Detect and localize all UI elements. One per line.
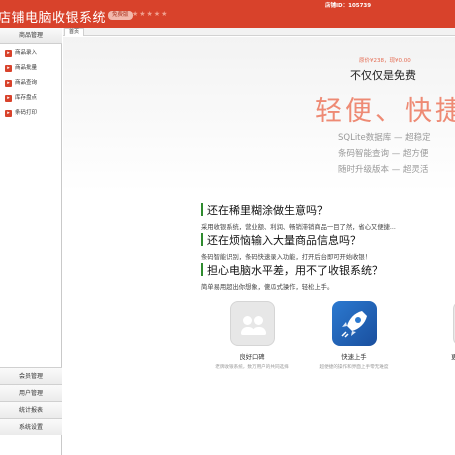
version-badge: 免费版	[108, 11, 133, 20]
tab-strip: 首页	[63, 28, 455, 36]
sidebar-item-label: 库存盘点	[15, 95, 38, 101]
app-title: 店铺电脑收银系统	[0, 11, 107, 26]
card-title: 更多惊喜	[451, 354, 455, 361]
sidebar-item-product-batch[interactable]: ▸ 商品批量	[0, 61, 62, 76]
feature-line: 条码智能查询 — 超方便	[338, 149, 429, 159]
shop-id: 店铺ID：105739	[325, 3, 372, 9]
card-subtitle: 超便捷的操作和界面上手零无难度	[319, 365, 389, 370]
feature-card-surprise: 更多惊喜	[401, 301, 455, 361]
sidebar-group-reports[interactable]: 统计报表	[0, 401, 62, 418]
card-title: 快速上手	[341, 354, 367, 361]
sidebar-group-settings[interactable]: 系统设置	[0, 418, 62, 435]
feature-card-reputation: 良好口碑 老牌收银系统，数万用户的共同选择	[197, 301, 307, 370]
card-subtitle: 老牌收银系统，数万用户的共同选择	[215, 365, 289, 370]
sidebar-item-label: 商品批量	[15, 65, 38, 71]
qa-heading: 还在烦恼输入大量商品信息吗？	[201, 232, 371, 248]
arrow-right-icon: ▸	[5, 50, 12, 57]
sidebar-item-barcode-print[interactable]: ▸ 条码打印	[0, 106, 62, 121]
arrow-right-icon: ▸	[5, 65, 12, 72]
sidebar-item-product-entry[interactable]: ▸ 商品录入	[0, 46, 62, 61]
sidebar-item-label: 商品录入	[15, 50, 38, 56]
arrow-right-icon: ▸	[5, 80, 12, 87]
app-header: 店铺电脑收银系统 免费版 ★★★★★ 店铺ID：105739	[0, 0, 455, 28]
qa-heading: 还在稀里糊涂做生意吗？	[201, 202, 396, 218]
price-text: 原价¥238，现¥0.00	[359, 58, 411, 64]
feature-line: SQLite数据库 — 超稳定	[338, 133, 431, 143]
sidebar-item-product-query[interactable]: ▸ 商品查询	[0, 76, 62, 91]
arrow-right-icon: ▸	[5, 110, 12, 117]
users-icon	[229, 301, 275, 346]
sidebar-group-users[interactable]: 用户管理	[0, 384, 62, 401]
qa-block: 还在稀里糊涂做生意吗？ 采用收银系统，营业额、利润、畅销滞销商品一目了然，省心又…	[201, 202, 396, 231]
sidebar-item-label: 商品查询	[15, 80, 38, 86]
promo-banner: 原价¥238，现¥0.00 不仅仅是免费 轻便、快捷 SQLite数据库 — 超…	[63, 37, 455, 192]
sidebar-item-stocktake[interactable]: ▸ 库存盘点	[0, 91, 62, 106]
qa-block: 还在烦恼输入大量商品信息吗？ 条码智能识别，条码快速录入功能，打开后台即可开始收…	[201, 232, 371, 261]
rocket-icon	[331, 301, 377, 346]
main-content: 原价¥238，现¥0.00 不仅仅是免费 轻便、快捷 SQLite数据库 — 超…	[63, 37, 455, 455]
slogan: 轻便、快捷	[315, 96, 455, 127]
arrow-right-icon: ▸	[5, 95, 12, 102]
tab-home[interactable]: 首页	[64, 28, 85, 36]
qa-description: 简单易用超出你想象，傻瓜式操作，轻松上手。	[201, 284, 334, 291]
feature-card-quickstart: 快速上手 超便捷的操作和界面上手零无难度	[299, 301, 409, 370]
sidebar-items: ▸ 商品录入 ▸ 商品批量 ▸ 商品查询 ▸ 库存盘点 ▸ 条码打印	[0, 46, 62, 121]
feature-line: 随时升级版本 — 超灵活	[338, 165, 429, 175]
qa-block: 担心电脑水平差，用不了收银系统？ 简单易用超出你想象，傻瓜式操作，轻松上手。	[201, 262, 383, 291]
sidebar-group-products[interactable]: 商品管理	[0, 28, 62, 44]
rating-stars: ★★★★★	[132, 10, 169, 18]
qa-heading: 担心电脑水平差，用不了收银系统？	[201, 262, 383, 278]
sidebar-bottom-groups: 会员管理 用户管理 统计报表 系统设置	[0, 367, 62, 435]
sidebar-group-members[interactable]: 会员管理	[0, 367, 62, 384]
sidebar-item-label: 条码打印	[15, 110, 38, 116]
card-title: 良好口碑	[239, 354, 265, 361]
qa-description: 条码智能识别，条码快速录入功能，打开后台即可开始收银！	[201, 254, 372, 261]
sidebar: 商品管理 ▸ 商品录入 ▸ 商品批量 ▸ 商品查询 ▸ 库存盘点 ▸ 条码打印 …	[0, 28, 62, 455]
free-text: 不仅仅是免费	[350, 69, 416, 82]
qa-description: 采用收银系统，营业额、利润、畅销滞销商品一目了然，省心又便捷...	[201, 224, 396, 231]
